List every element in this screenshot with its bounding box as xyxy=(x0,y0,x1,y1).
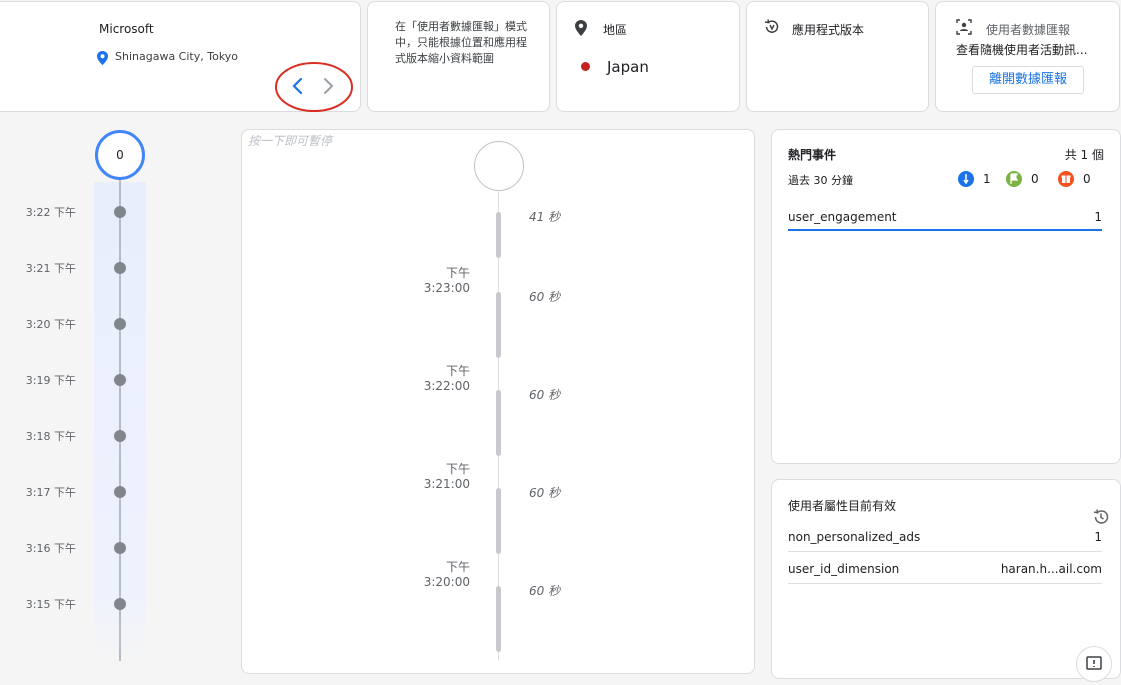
property-value: 1 xyxy=(1094,530,1102,544)
feedback-button[interactable] xyxy=(1076,646,1112,682)
rail-time: 3:16 下午 xyxy=(25,542,76,555)
segment-duration: 60 秒 xyxy=(529,584,561,598)
rail-dot[interactable] xyxy=(114,598,126,610)
top-events-total: 共 1 個 xyxy=(1064,148,1104,162)
flag-icon xyxy=(1006,171,1022,187)
japan-dot-icon xyxy=(581,62,590,71)
rail-time: 3:19 下午 xyxy=(25,374,76,387)
user-explorer-desc: 查看隨機使用者活動訊... xyxy=(956,43,1088,57)
stream-segment xyxy=(496,292,501,358)
rail-time: 3:17 下午 xyxy=(25,486,76,499)
user-explorer-card: 使用者數據匯報 查看隨機使用者活動訊... 離開數據匯報 xyxy=(935,1,1120,112)
event-name: user_engagement xyxy=(788,210,897,224)
device-brand: Microsoft xyxy=(99,22,154,36)
stream-time: 下午3:21:00 xyxy=(423,462,470,491)
stream-time: 下午3:23:00 xyxy=(423,266,470,295)
conversion-events-icon xyxy=(958,171,974,187)
event-bar xyxy=(788,229,1102,231)
rail-line xyxy=(119,178,121,661)
gift-icon xyxy=(1058,171,1074,187)
rail-dot[interactable] xyxy=(114,430,126,442)
rail-time: 3:18 下午 xyxy=(25,430,76,443)
stream-head-circle xyxy=(474,141,524,191)
user-explorer-label: 使用者數據匯報 xyxy=(986,23,1071,37)
device-card: Microsoft Shinagawa City, Tokyo xyxy=(0,1,361,112)
pause-hint: 按一下即可暫停 xyxy=(248,134,333,148)
mode-note-text: 在「使用者數據匯報」模式中，只能根據位置和應用程式版本縮小資料範圍 xyxy=(395,20,527,65)
top-events-card: 熱門事件 共 1 個 過去 30 分鐘 1 0 0 user_engagemen… xyxy=(771,129,1121,464)
conversion-events-count: 1 xyxy=(983,172,991,186)
region-filter-card[interactable]: 地區 Japan xyxy=(556,1,740,112)
rail-dot[interactable] xyxy=(114,206,126,218)
app-version-label: 應用程式版本 xyxy=(792,23,865,37)
user-properties-card: 使用者屬性目前有效 non_personalized_ads 1 user_id… xyxy=(771,479,1121,682)
stream-segment xyxy=(496,212,501,258)
row-divider xyxy=(788,551,1102,552)
history-icon[interactable] xyxy=(1092,508,1110,530)
segment-duration: 60 秒 xyxy=(529,388,561,402)
location-pin-icon xyxy=(97,50,108,69)
rail-dot[interactable] xyxy=(114,542,126,554)
top-events-title: 熱門事件 xyxy=(788,148,837,162)
nav-annotation-circle xyxy=(275,62,353,112)
property-name: user_id_dimension xyxy=(788,562,900,576)
top-events-period: 過去 30 分鐘 xyxy=(788,174,853,187)
rail-time: 3:21 下午 xyxy=(25,262,76,275)
property-value: haran.h...ail.com xyxy=(1000,562,1102,576)
rail-time: 3:20 下午 xyxy=(25,318,76,331)
rail-dot[interactable] xyxy=(114,374,126,386)
user-explorer-icon xyxy=(956,19,972,39)
location-pin-icon xyxy=(575,20,587,40)
chevron-left-icon[interactable] xyxy=(291,77,303,99)
gift-events-count: 0 xyxy=(1083,172,1091,186)
stream-segment xyxy=(496,390,501,456)
device-location: Shinagawa City, Tokyo xyxy=(115,50,239,63)
region-value: Japan xyxy=(607,58,649,76)
segment-duration: 60 秒 xyxy=(529,486,561,500)
property-name: non_personalized_ads xyxy=(788,530,921,544)
row-divider xyxy=(788,583,1102,584)
chevron-right-icon[interactable] xyxy=(323,77,335,99)
rail-dot[interactable] xyxy=(114,262,126,274)
exit-explorer-button[interactable]: 離開數據匯報 xyxy=(972,66,1084,94)
stream-time: 下午3:20:00 xyxy=(423,560,470,589)
stream-segment xyxy=(496,586,501,652)
rail-time: 3:22 下午 xyxy=(25,206,76,219)
region-label: 地區 xyxy=(603,23,628,37)
rail-time: 3:15 下午 xyxy=(25,598,76,611)
rail-dot[interactable] xyxy=(114,486,126,498)
segment-duration: 41 秒 xyxy=(529,210,561,224)
flag-events-count: 0 xyxy=(1031,172,1039,186)
segment-duration: 60 秒 xyxy=(529,290,561,304)
app-version-filter-card[interactable]: 應用程式版本 xyxy=(746,1,929,112)
app-version-icon xyxy=(764,19,780,39)
event-count: 1 xyxy=(1094,210,1102,224)
rail-dot[interactable] xyxy=(114,318,126,330)
stream-segment xyxy=(496,488,501,554)
event-stream[interactable]: 按一下即可暫停 41 秒 下午3:23:00 60 秒 下午3:22:00 60… xyxy=(241,129,755,674)
mode-note-card: 在「使用者數據匯報」模式中，只能根據位置和應用程式版本縮小資料範圍 xyxy=(367,1,550,112)
user-properties-title: 使用者屬性目前有效 xyxy=(788,499,897,513)
event-counter: 0 xyxy=(95,130,145,180)
stream-time: 下午3:22:00 xyxy=(423,364,470,393)
